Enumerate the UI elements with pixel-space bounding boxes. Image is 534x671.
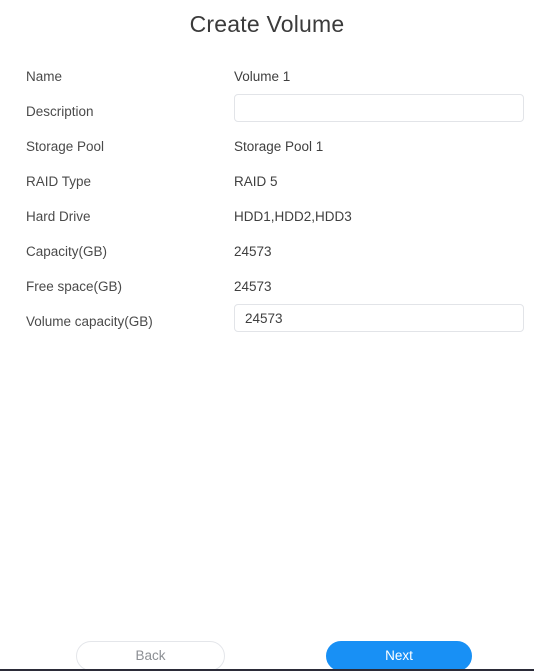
page-title: Create Volume — [189, 11, 345, 37]
description-input[interactable] — [234, 94, 524, 122]
field-value-hard-drive: HDD1,HDD2,HDD3 — [234, 209, 352, 224]
form-row-capacity: Capacity(GB) 24573 — [0, 239, 534, 274]
field-label-description: Description — [26, 104, 94, 119]
field-value-name: Volume 1 — [234, 69, 291, 84]
footer-actions: Back Next — [0, 641, 534, 669]
field-label-hard-drive: Hard Drive — [26, 209, 91, 224]
field-value-raid-type: RAID 5 — [234, 174, 278, 189]
form-row-volume-capacity: Volume capacity(GB) — [0, 304, 534, 344]
back-button[interactable]: Back — [76, 641, 225, 669]
form-row-hard-drive: Hard Drive HDD1,HDD2,HDD3 — [0, 204, 534, 239]
form-row-description: Description — [0, 94, 534, 134]
field-value-free-space: 24573 — [234, 279, 272, 294]
field-label-capacity: Capacity(GB) — [26, 244, 108, 259]
volume-capacity-input[interactable] — [234, 304, 524, 332]
form-row-storage-pool: Storage Pool Storage Pool 1 — [0, 134, 534, 169]
create-volume-form: Name Volume 1 Description Storage Pool S… — [0, 64, 534, 344]
field-label-volume-capacity: Volume capacity(GB) — [26, 314, 153, 329]
field-label-free-space: Free space(GB) — [26, 279, 123, 294]
form-row-raid-type: RAID Type RAID 5 — [0, 169, 534, 204]
field-label-raid-type: RAID Type — [26, 174, 92, 189]
create-volume-page: Create Volume Name Volume 1 Description … — [0, 0, 534, 671]
field-value-storage-pool: Storage Pool 1 — [234, 139, 324, 154]
next-button[interactable]: Next — [326, 641, 472, 669]
field-label-name: Name — [26, 69, 63, 84]
field-label-storage-pool: Storage Pool — [26, 139, 105, 154]
field-value-capacity: 24573 — [234, 244, 272, 259]
